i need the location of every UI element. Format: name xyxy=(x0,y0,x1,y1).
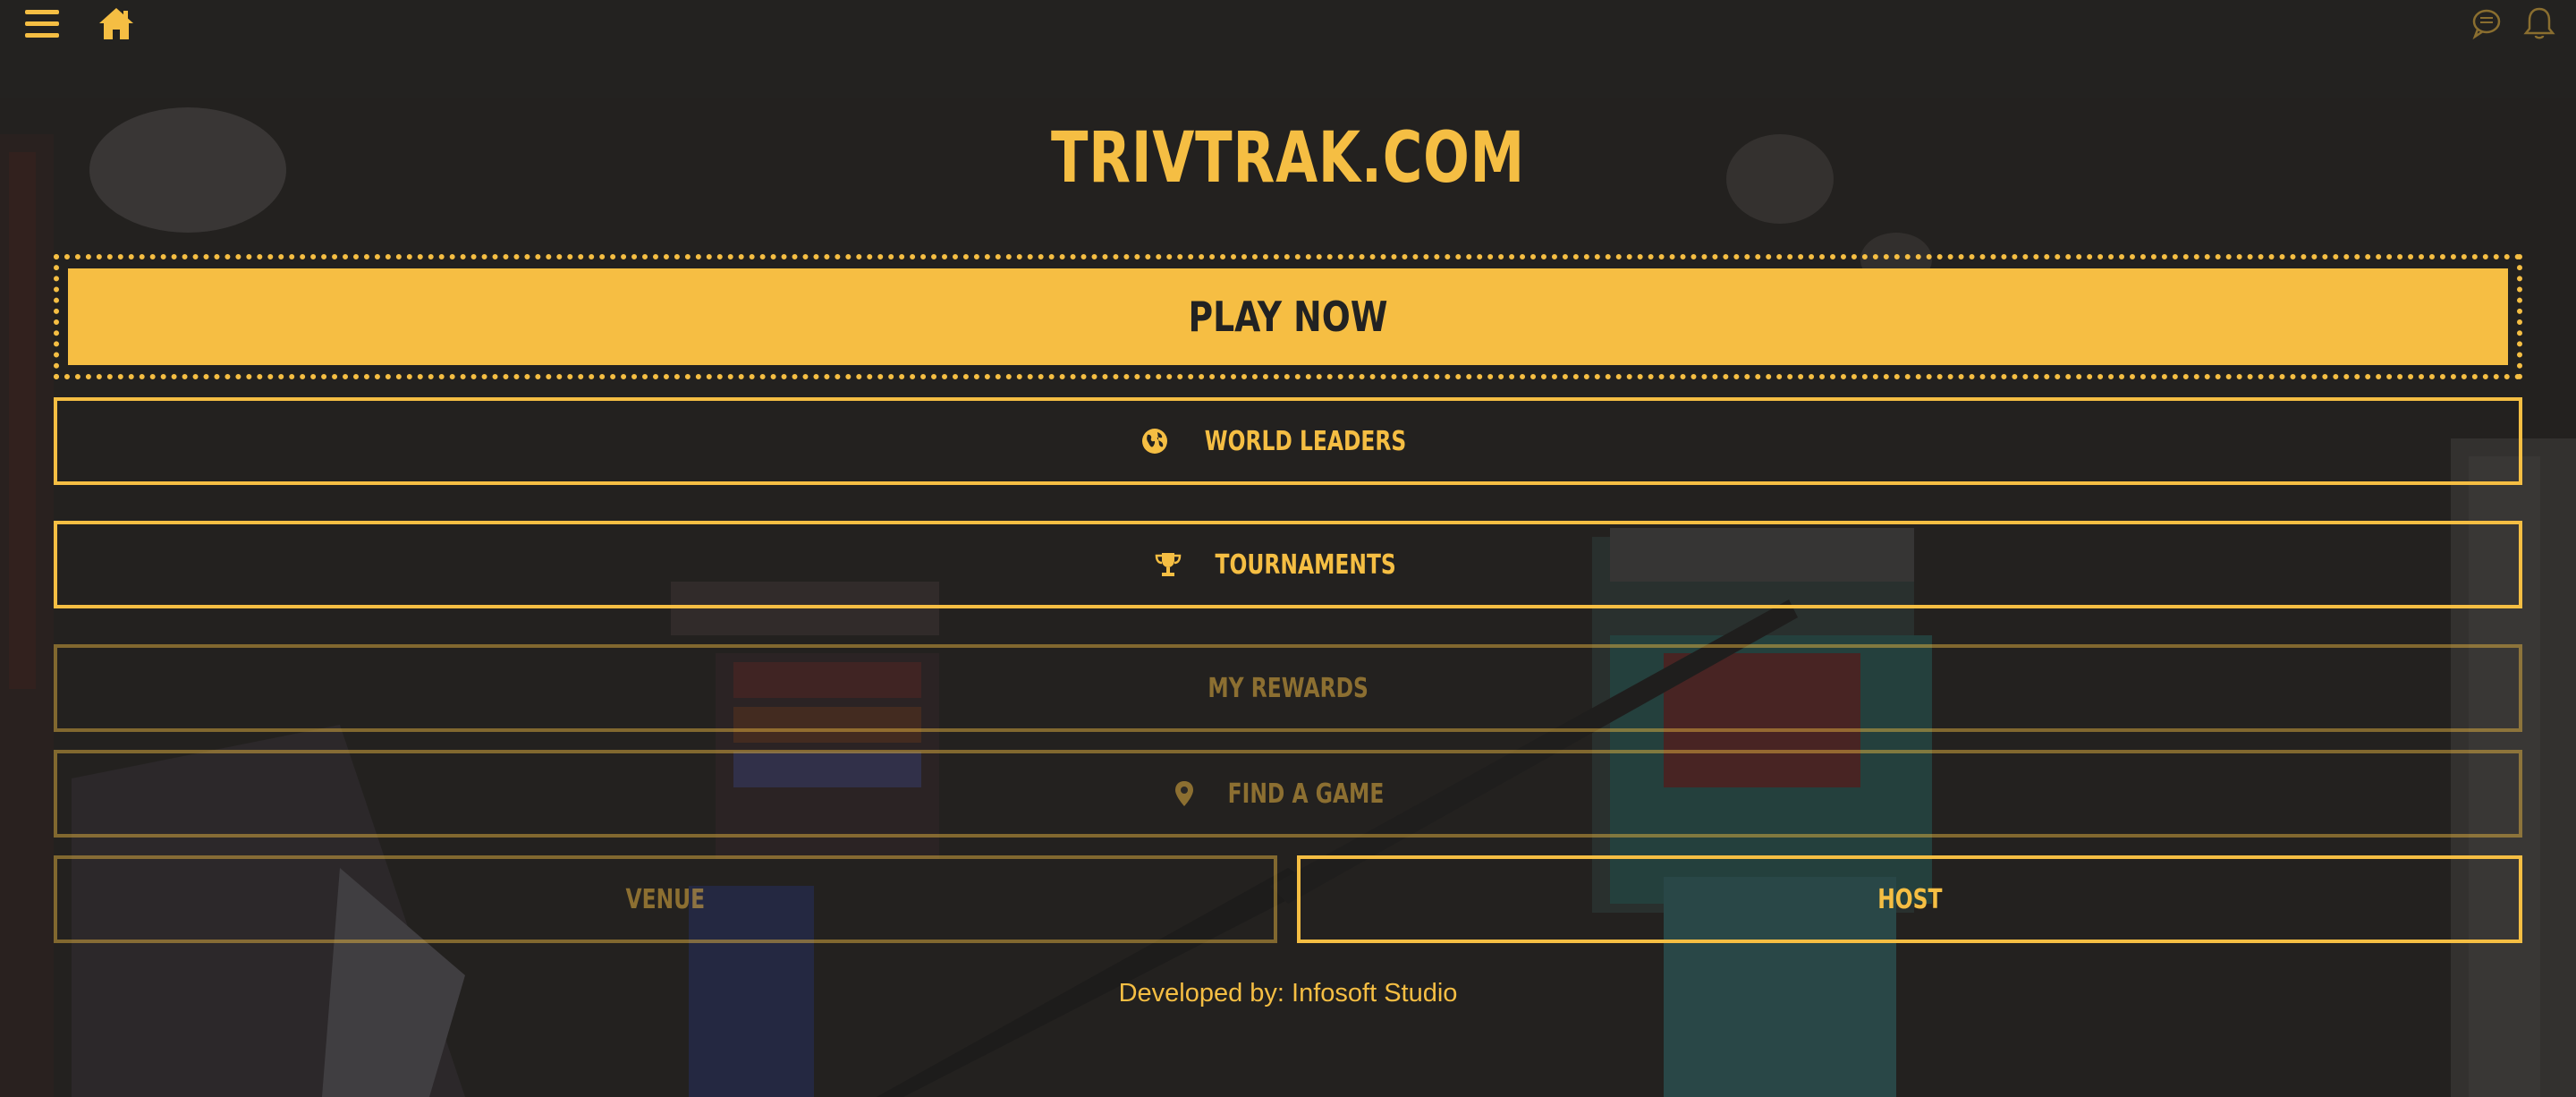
find-a-game-label: FIND A GAME xyxy=(1227,778,1385,810)
top-bar xyxy=(0,0,2576,98)
my-rewards-button[interactable]: MY REWARDS xyxy=(54,644,2522,732)
host-button[interactable]: HOST xyxy=(1297,855,2522,943)
home-icon[interactable] xyxy=(97,4,136,43)
host-label: HOST xyxy=(1877,883,1943,915)
venue-button[interactable]: VENUE xyxy=(54,855,1277,943)
play-now-button[interactable]: PLAY NOW xyxy=(68,268,2508,365)
venue-label: VENUE xyxy=(625,883,706,915)
developer-credit: Developed by: Infosoft Studio xyxy=(1118,979,1458,1008)
hamburger-menu-icon[interactable] xyxy=(23,4,63,43)
bell-icon[interactable] xyxy=(2522,5,2556,41)
world-leaders-button[interactable]: WORLD LEADERS xyxy=(54,397,2522,485)
my-rewards-label: MY REWARDS xyxy=(1208,672,1368,704)
trophy-icon xyxy=(1154,550,1182,579)
play-now-label: PLAY NOW xyxy=(1188,293,1388,341)
chat-bubble-icon[interactable] xyxy=(2470,7,2503,40)
page-title: TRIVTRAK.COM xyxy=(1050,118,1526,199)
map-pin-icon xyxy=(1170,779,1199,808)
tournaments-label: TOURNAMENTS xyxy=(1215,548,1397,581)
tournaments-button[interactable]: TOURNAMENTS xyxy=(54,521,2522,608)
world-leaders-label: WORLD LEADERS xyxy=(1205,425,1407,457)
find-a-game-button[interactable]: FIND A GAME xyxy=(54,750,2522,838)
globe-icon xyxy=(1140,427,1169,455)
